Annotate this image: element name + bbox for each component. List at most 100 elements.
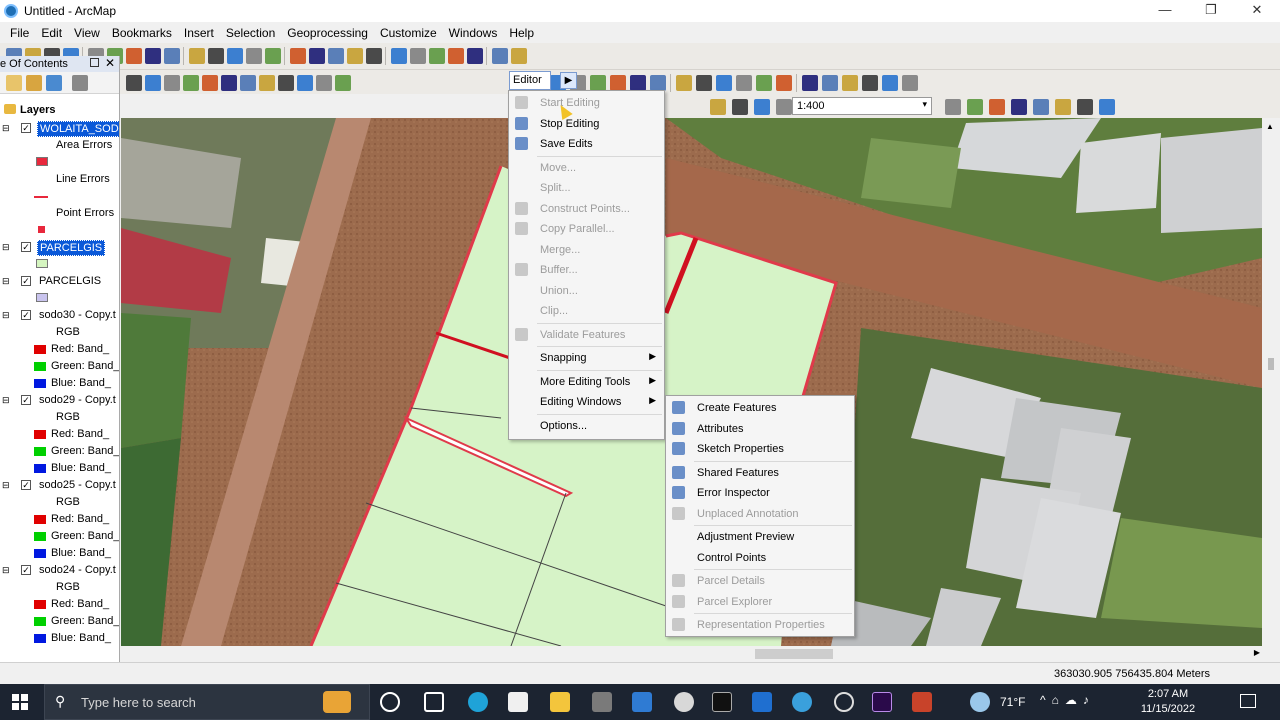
scale-selector[interactable]: 1:400 ▾ bbox=[792, 97, 932, 115]
tiktok-icon[interactable] bbox=[712, 692, 732, 712]
menu-item-error-inspector[interactable]: Error Inspector bbox=[666, 483, 854, 503]
toolbar-icon-20[interactable] bbox=[347, 48, 363, 64]
tools-icon-10[interactable] bbox=[316, 75, 332, 91]
list-by-source-icon[interactable] bbox=[26, 75, 42, 91]
menu-help[interactable]: Help bbox=[503, 26, 540, 40]
editor-tool-icon-10[interactable] bbox=[1077, 99, 1093, 115]
layer-name[interactable]: PARCELGIS bbox=[37, 240, 106, 256]
toc-layer[interactable]: ⊟ ✓ sodo29 - Copy.t bbox=[0, 392, 119, 409]
editor-tool-icon-9[interactable] bbox=[1055, 99, 1071, 115]
horizontal-scrollbar[interactable]: ▶ bbox=[121, 646, 1280, 662]
vertical-scrollbar[interactable]: ▲ bbox=[1262, 118, 1280, 646]
toc-layer[interactable]: ⊟ ✓ WOLAITA_SOD bbox=[0, 120, 119, 137]
tools-icon-2[interactable] bbox=[164, 75, 180, 91]
editor-tool-icon-0[interactable] bbox=[710, 99, 726, 115]
tools-icon-28[interactable] bbox=[842, 75, 858, 91]
editor-tool-icon-2[interactable] bbox=[754, 99, 770, 115]
minimize-button[interactable]: — bbox=[1142, 0, 1188, 22]
collapse-icon[interactable]: ⊟ bbox=[2, 395, 10, 406]
menu-item-sketch-properties[interactable]: Sketch Properties bbox=[666, 439, 854, 459]
powerpoint-icon[interactable] bbox=[912, 692, 932, 712]
toc-layer[interactable]: ⊟ ✓ sodo24 - Copy.t bbox=[0, 562, 119, 579]
edit-tool-arrow-icon[interactable]: ▶ bbox=[560, 72, 577, 89]
menu-item-editing-windows[interactable]: Editing Windows ▶ bbox=[509, 392, 664, 412]
toolbar-icon-18[interactable] bbox=[309, 48, 325, 64]
collapse-icon[interactable]: ⊟ bbox=[2, 276, 10, 287]
tools-icon-27[interactable] bbox=[822, 75, 838, 91]
pin-icon[interactable] bbox=[90, 58, 99, 67]
tools-icon-17[interactable] bbox=[650, 75, 666, 91]
editor-tool-icon-5[interactable] bbox=[967, 99, 983, 115]
tools-icon-9[interactable] bbox=[297, 75, 313, 91]
toolbar-icon-9[interactable] bbox=[164, 48, 180, 64]
tools-icon-20[interactable] bbox=[696, 75, 712, 91]
menu-item-adjustment-preview[interactable]: Adjustment Preview bbox=[666, 527, 854, 547]
layer-visibility-checkbox[interactable]: ✓ bbox=[21, 310, 31, 320]
toolbar-icon-24[interactable] bbox=[410, 48, 426, 64]
cortana-icon[interactable] bbox=[380, 692, 400, 712]
system-tray-icons[interactable]: ^⌂☁♪ bbox=[1040, 693, 1095, 707]
toolbar-icon-12[interactable] bbox=[208, 48, 224, 64]
list-by-drawing-order-icon[interactable] bbox=[6, 75, 22, 91]
layer-name[interactable]: sodo24 - Copy.t bbox=[37, 563, 118, 577]
menu-view[interactable]: View bbox=[68, 26, 106, 40]
menu-item-create-features[interactable]: Create Features bbox=[666, 398, 854, 418]
editor-tool-icon-11[interactable] bbox=[1099, 99, 1115, 115]
menu-item-attributes[interactable]: Attributes bbox=[666, 419, 854, 439]
notifications-icon[interactable] bbox=[1240, 694, 1256, 708]
menu-windows[interactable]: Windows bbox=[443, 26, 504, 40]
layer-visibility-checkbox[interactable]: ✓ bbox=[21, 480, 31, 490]
tools-icon-14[interactable] bbox=[590, 75, 606, 91]
menu-selection[interactable]: Selection bbox=[220, 26, 281, 40]
toolbar-icon-25[interactable] bbox=[429, 48, 445, 64]
toc-layer[interactable]: ⊟ ✓ PARCELGIS bbox=[0, 239, 119, 256]
editor-tool-icon-6[interactable] bbox=[989, 99, 1005, 115]
layer-visibility-checkbox[interactable]: ✓ bbox=[21, 242, 31, 252]
layer-name[interactable]: PARCELGIS bbox=[37, 274, 103, 288]
editor-dropdown-button[interactable]: Editor ▾ bbox=[509, 71, 551, 99]
toolbar-icon-15[interactable] bbox=[265, 48, 281, 64]
arcmap-taskbar-icon[interactable] bbox=[792, 692, 812, 712]
tools-icon-7[interactable] bbox=[259, 75, 275, 91]
horizontal-scroll-thumb[interactable] bbox=[755, 649, 833, 659]
menu-edit[interactable]: Edit bbox=[35, 26, 68, 40]
layers-root[interactable]: Layers bbox=[0, 102, 119, 119]
chrome-icon[interactable] bbox=[508, 692, 528, 712]
toolbar-icon-26[interactable] bbox=[448, 48, 464, 64]
calculator-icon[interactable] bbox=[592, 692, 612, 712]
menu-item-save-edits[interactable]: Save Edits bbox=[509, 134, 664, 154]
menu-item-shared-features[interactable]: Shared Features bbox=[666, 463, 854, 483]
list-by-visibility-icon[interactable] bbox=[46, 75, 62, 91]
layer-name[interactable]: sodo25 - Copy.t bbox=[37, 478, 118, 492]
tools-icon-6[interactable] bbox=[240, 75, 256, 91]
collapse-icon[interactable]: ⊟ bbox=[2, 123, 10, 134]
menu-file[interactable]: File bbox=[4, 26, 35, 40]
toolbar-icon-30[interactable] bbox=[511, 48, 527, 64]
toolbar-icon-14[interactable] bbox=[246, 48, 262, 64]
collapse-icon[interactable]: ⊟ bbox=[2, 310, 10, 321]
menu-item-more-editing-tools[interactable]: More Editing Tools ▶ bbox=[509, 372, 664, 392]
tools-icon-4[interactable] bbox=[202, 75, 218, 91]
mail-icon[interactable] bbox=[632, 692, 652, 712]
toolbar-icon-11[interactable] bbox=[189, 48, 205, 64]
tools-icon-5[interactable] bbox=[221, 75, 237, 91]
weather-temperature[interactable]: 71°F bbox=[1000, 695, 1025, 709]
toolbar-icon-8[interactable] bbox=[145, 48, 161, 64]
toolbar-icon-19[interactable] bbox=[328, 48, 344, 64]
menu-item-snapping[interactable]: Snapping ▶ bbox=[509, 348, 664, 368]
editor-tool-icon-3[interactable] bbox=[776, 99, 792, 115]
tools-icon-26[interactable] bbox=[802, 75, 818, 91]
tools-icon-8[interactable] bbox=[278, 75, 294, 91]
layer-visibility-checkbox[interactable]: ✓ bbox=[21, 395, 31, 405]
taskbar-search-box[interactable]: ⚲ Type here to search bbox=[44, 684, 370, 720]
editor-tool-icon-7[interactable] bbox=[1011, 99, 1027, 115]
collapse-icon[interactable]: ⊟ bbox=[2, 565, 10, 576]
toolbar-icon-13[interactable] bbox=[227, 48, 243, 64]
taskbar-date[interactable]: 11/15/2022 bbox=[1128, 703, 1208, 715]
toc-close-icon[interactable]: ✕ bbox=[105, 56, 115, 70]
tools-icon-30[interactable] bbox=[882, 75, 898, 91]
layer-name[interactable]: sodo30 - Copy.t bbox=[37, 308, 118, 322]
menu-bookmarks[interactable]: Bookmarks bbox=[106, 26, 178, 40]
toolbar-icon-23[interactable] bbox=[391, 48, 407, 64]
menu-geoprocessing[interactable]: Geoprocessing bbox=[281, 26, 374, 40]
